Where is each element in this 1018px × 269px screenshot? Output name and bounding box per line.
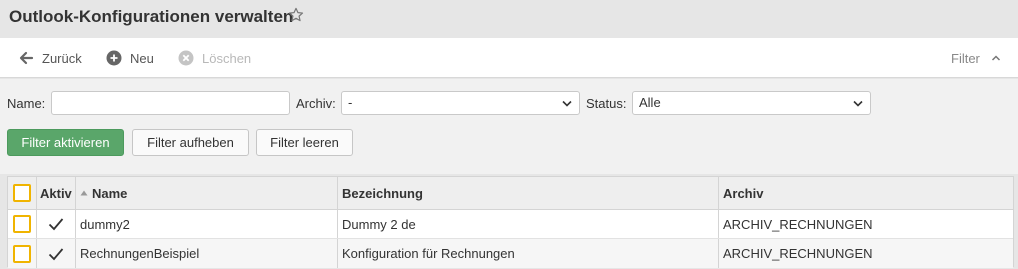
filter-panel: Name: Archiv: - Status: Alle Filter akti… xyxy=(0,79,1018,174)
arrow-left-icon xyxy=(19,51,34,65)
sort-ascending-icon xyxy=(80,190,88,196)
new-label: Neu xyxy=(130,50,154,66)
column-header-name-label: Name xyxy=(92,185,128,201)
toolbar: Zurück Neu Löschen Filter xyxy=(0,38,1018,78)
row-checkbox[interactable] xyxy=(13,215,31,233)
delete-button[interactable]: Löschen xyxy=(178,38,251,78)
table-row[interactable]: RechnungenBeispiel Konfiguration für Rec… xyxy=(8,239,1013,268)
table-row[interactable]: dummy2 Dummy 2 de ARCHIV_RECHNUNGEN xyxy=(8,210,1013,239)
checkmark-icon xyxy=(48,218,64,231)
chevron-down-icon xyxy=(562,100,572,107)
archive-filter-value: - xyxy=(348,95,353,110)
name-cell: dummy2 xyxy=(80,216,130,232)
select-all-cell xyxy=(13,177,31,209)
filter-toggle[interactable]: Filter xyxy=(951,38,1001,78)
name-filter-label: Name: xyxy=(7,96,46,111)
column-header-archive[interactable]: Archiv xyxy=(723,177,763,209)
page-title: Outlook-Konfigurationen verwalten xyxy=(9,7,294,26)
title-bar: Outlook-Konfigurationen verwalten xyxy=(0,0,1018,38)
column-header-name[interactable]: Name xyxy=(80,177,127,209)
archive-cell: ARCHIV_RECHNUNGEN xyxy=(723,246,873,261)
select-all-checkbox[interactable] xyxy=(13,184,31,202)
row-checkbox[interactable] xyxy=(13,244,31,263)
name-filter-input[interactable] xyxy=(51,91,290,115)
row-select-cell xyxy=(13,239,31,268)
back-button[interactable]: Zurück xyxy=(18,38,82,78)
name-cell: RechnungenBeispiel xyxy=(80,246,200,261)
status-filter-value: Alle xyxy=(639,95,661,110)
table-header: Aktiv Name Bezeichnung Archiv xyxy=(8,177,1013,210)
archive-cell: ARCHIV_RECHNUNGEN xyxy=(723,216,873,232)
checkmark-icon xyxy=(48,247,64,260)
chevron-down-icon xyxy=(853,100,863,107)
archive-filter-select[interactable]: - xyxy=(341,91,580,115)
column-header-active[interactable]: Aktiv xyxy=(40,177,72,209)
close-circle-icon xyxy=(178,50,194,66)
new-button[interactable]: Neu xyxy=(106,38,154,78)
column-header-description[interactable]: Bezeichnung xyxy=(342,177,423,209)
description-cell: Konfiguration für Rechnungen xyxy=(342,246,515,261)
active-cell xyxy=(48,210,64,238)
clear-filter-button[interactable]: Filter leeren xyxy=(256,129,353,156)
active-cell xyxy=(48,239,64,268)
chevron-up-icon xyxy=(991,55,1000,61)
back-label: Zurück xyxy=(42,50,82,66)
status-filter-select[interactable]: Alle xyxy=(632,91,871,115)
configurations-table: Aktiv Name Bezeichnung Archiv dummy2 Dum… xyxy=(7,176,1014,268)
remove-filter-button[interactable]: Filter aufheben xyxy=(132,129,249,156)
archive-filter-label: Archiv: xyxy=(296,96,336,111)
filter-toggle-label: Filter xyxy=(951,50,980,66)
plus-circle-icon xyxy=(106,50,122,66)
status-filter-label: Status: xyxy=(586,96,627,111)
row-select-cell xyxy=(13,210,31,238)
star-icon[interactable] xyxy=(287,6,305,24)
description-cell: Dummy 2 de xyxy=(342,216,416,232)
activate-filter-button[interactable]: Filter aktivieren xyxy=(7,129,124,156)
delete-label: Löschen xyxy=(202,50,252,66)
